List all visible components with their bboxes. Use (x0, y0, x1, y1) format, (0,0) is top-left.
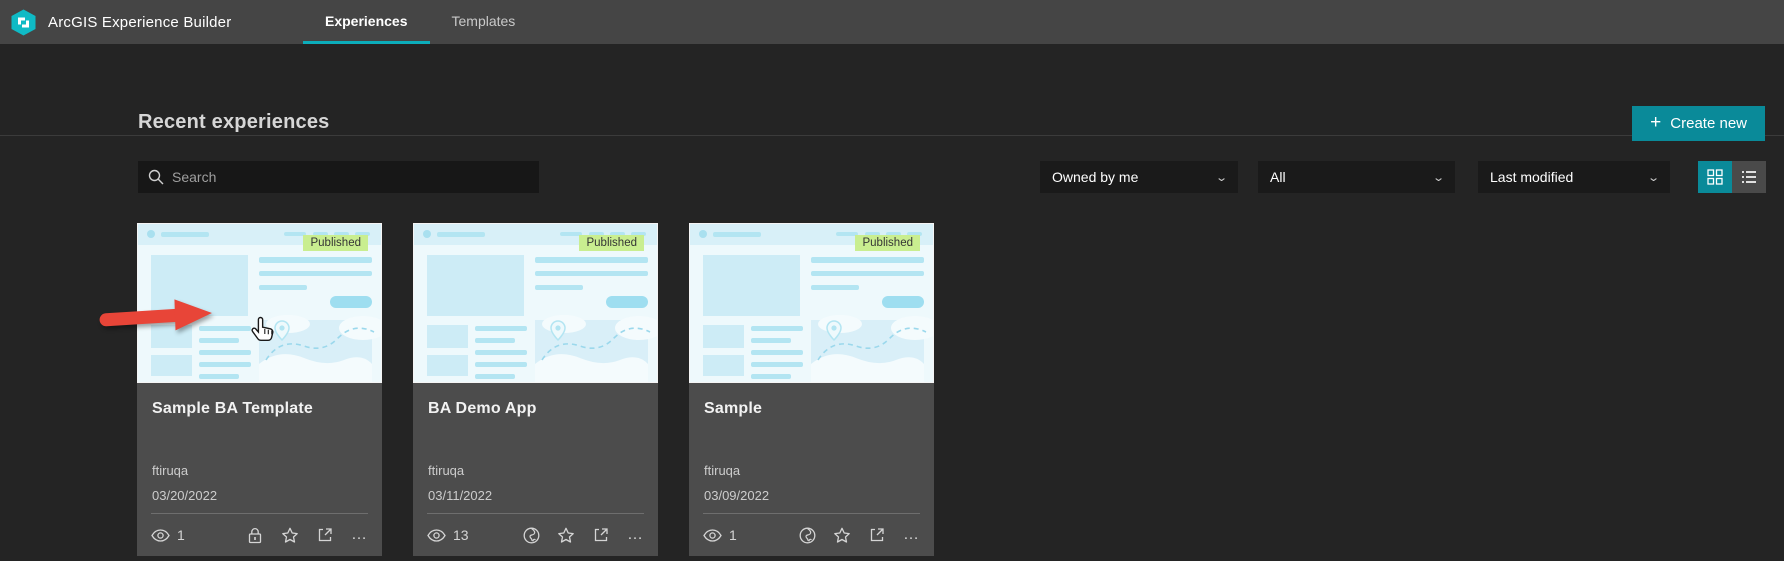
tab-experiences[interactable]: Experiences (303, 0, 430, 44)
launch-button[interactable] (316, 526, 334, 544)
card-body: BA Demo App ftiruqa 03/11/2022 13 … (413, 383, 658, 556)
experience-thumbnail[interactable]: Published (413, 223, 658, 383)
star-icon (282, 527, 298, 543)
card-footer: 1 … (703, 514, 920, 556)
filter-sort[interactable]: Last modified ⌄ (1478, 161, 1670, 193)
list-view-icon (1742, 171, 1756, 183)
star-icon (558, 527, 574, 543)
experience-card[interactable]: Published Sample ftiruqa 03/09/2022 1 … (689, 223, 934, 556)
experience-thumbnail[interactable]: Published (689, 223, 934, 383)
filter-type-value: All (1270, 169, 1286, 185)
grid-view-icon (1707, 169, 1723, 185)
experience-date: 03/09/2022 (704, 488, 770, 503)
experience-title: Sample (704, 400, 763, 417)
more-options-button[interactable]: … (351, 527, 368, 543)
search-input[interactable] (172, 169, 512, 185)
search-icon (148, 169, 164, 185)
experience-date: 03/20/2022 (152, 488, 218, 503)
view-mode-toggle (1698, 161, 1766, 193)
filter-sort-value: Last modified (1490, 169, 1574, 185)
export-icon (318, 528, 332, 542)
star-icon (834, 527, 850, 543)
nav-tabs: Experiences Templates (303, 0, 537, 44)
filter-type[interactable]: All ⌄ (1258, 161, 1455, 193)
view-count-number: 1 (177, 527, 185, 543)
experience-builder-logo (10, 9, 37, 36)
experience-title: BA Demo App (428, 400, 537, 417)
list-view-button[interactable] (1732, 161, 1766, 193)
page-header: Recent experiences + Create new (0, 44, 1784, 141)
map-preview (811, 315, 933, 382)
filter-owned-by-value: Owned by me (1052, 169, 1139, 185)
launch-button[interactable] (592, 526, 610, 544)
experience-owner: ftiruqa (428, 463, 465, 478)
status-badge: Published (855, 235, 920, 251)
favorite-button[interactable] (833, 526, 851, 544)
top-nav: ArcGIS Experience Builder Experiences Te… (0, 0, 1784, 44)
chevron-down-icon: ⌄ (1214, 171, 1228, 184)
app-title: ArcGIS Experience Builder (48, 13, 232, 31)
experience-title: Sample BA Template (152, 400, 313, 417)
map-preview (259, 315, 381, 382)
grid-view-button[interactable] (1698, 161, 1732, 193)
export-icon (594, 528, 608, 542)
status-badge: Published (303, 235, 368, 251)
more-options-button[interactable]: … (627, 527, 644, 543)
search-box[interactable] (138, 161, 539, 193)
experience-card[interactable]: Published Sample BA Template ftiruqa 03/… (137, 223, 382, 556)
launch-button[interactable] (868, 526, 886, 544)
status-badge: Published (579, 235, 644, 251)
experience-card[interactable]: Published BA Demo App ftiruqa 03/11/2022… (413, 223, 658, 556)
experience-thumbnail[interactable]: Published (137, 223, 382, 383)
card-body: Sample ftiruqa 03/09/2022 1 … (689, 383, 934, 556)
experience-date: 03/11/2022 (428, 488, 493, 503)
lock-icon (246, 526, 264, 544)
card-body: Sample BA Template ftiruqa 03/20/2022 1 (137, 383, 382, 556)
globe-icon (798, 526, 816, 544)
page-title: Recent experiences (138, 111, 330, 133)
create-new-button[interactable]: + Create new (1632, 106, 1765, 141)
eye-icon (427, 528, 446, 542)
globe-icon (522, 526, 540, 544)
favorite-button[interactable] (281, 526, 299, 544)
favorite-button[interactable] (557, 526, 575, 544)
plus-icon: + (1650, 111, 1662, 133)
export-icon (870, 528, 884, 542)
more-options-button[interactable]: … (903, 527, 920, 543)
view-count: 13 (427, 527, 469, 543)
map-preview (535, 315, 657, 382)
view-count-number: 1 (729, 527, 737, 543)
tab-templates[interactable]: Templates (430, 0, 538, 44)
eye-icon (151, 528, 170, 542)
eye-icon (703, 528, 722, 542)
chevron-down-icon: ⌄ (1646, 171, 1660, 184)
experience-owner: ftiruqa (704, 463, 741, 478)
filter-owned-by[interactable]: Owned by me ⌄ (1040, 161, 1238, 193)
card-footer: 1 … (151, 514, 368, 556)
chevron-down-icon: ⌄ (1431, 171, 1445, 184)
experience-owner: ftiruqa (152, 463, 189, 478)
create-new-label: Create new (1670, 115, 1747, 132)
view-count: 1 (151, 527, 185, 543)
card-footer: 13 … (427, 514, 644, 556)
view-count-number: 13 (453, 527, 469, 543)
view-count: 1 (703, 527, 737, 543)
